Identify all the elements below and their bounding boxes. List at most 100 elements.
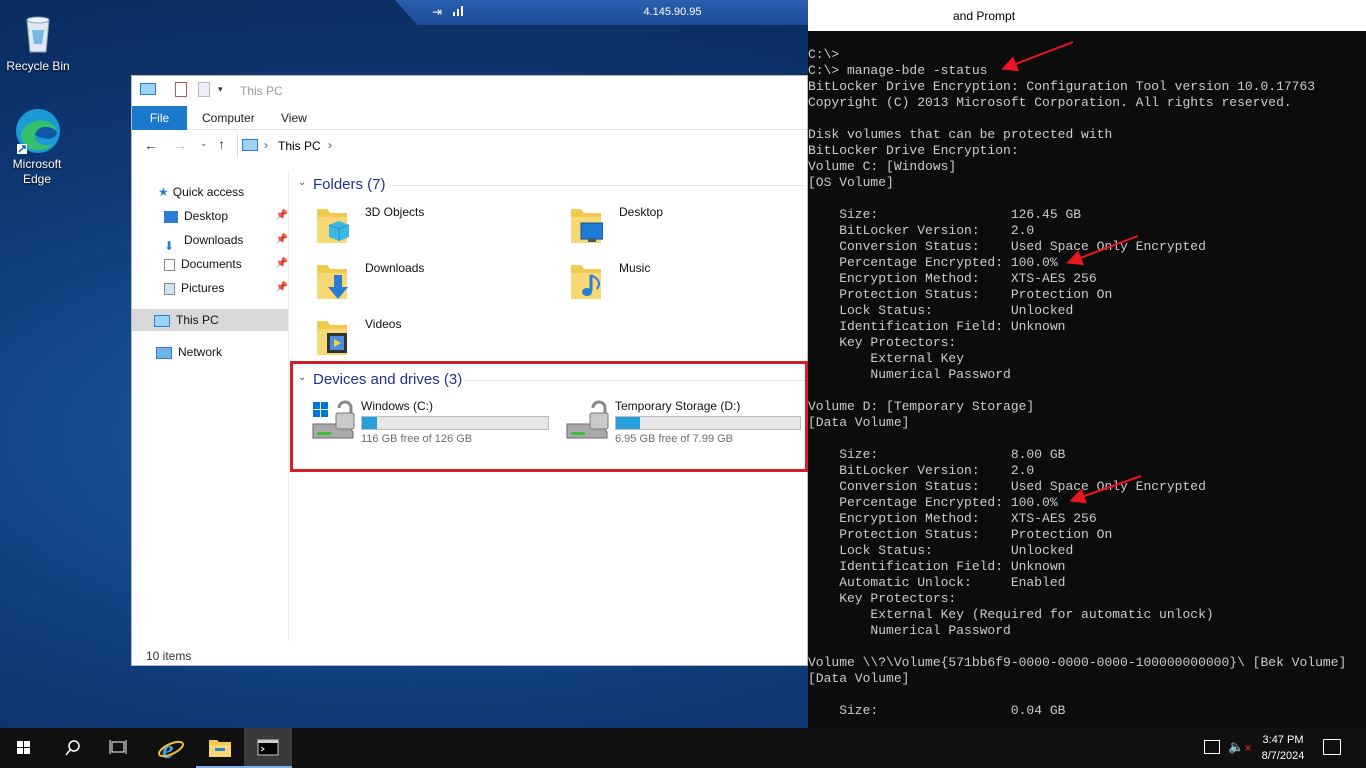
address-chevron-end-icon[interactable]: › xyxy=(328,138,332,152)
ribbon-tabs: File Computer View xyxy=(132,106,807,130)
recycle-bin-shortcut[interactable]: Recycle Bin xyxy=(1,8,75,74)
edge-label: Microsoft Edge xyxy=(12,157,62,186)
nav-downloads-label: Downloads xyxy=(184,233,244,247)
address-chevron-icon[interactable]: › xyxy=(264,138,268,152)
cmd-line: Size: 0.04 GB xyxy=(808,703,1066,718)
nav-this-pc-label: This PC xyxy=(176,313,219,327)
cmd-line: Encryption Method: XTS-AES 256 xyxy=(808,511,1097,526)
address-bar[interactable]: › This PC › xyxy=(237,134,809,158)
cmd-line: BitLocker Version: 2.0 xyxy=(808,223,1035,238)
task-view-icon xyxy=(109,740,127,754)
this-pc-address-icon xyxy=(242,139,258,151)
folder-music-label: Music xyxy=(619,261,651,275)
volume-muted-icon[interactable]: 🔈✕ xyxy=(1228,739,1252,755)
cmd-line: Automatic Unlock: Enabled xyxy=(808,575,1066,590)
command-prompt-taskbar-button[interactable] xyxy=(244,728,292,768)
task-view-button[interactable] xyxy=(96,728,144,768)
file-explorer-taskbar-button[interactable] xyxy=(196,728,244,768)
pin-icon[interactable]: 📌 xyxy=(276,229,288,251)
nav-desktop[interactable]: Desktop 📌 xyxy=(164,205,288,227)
cmd-line xyxy=(808,687,1366,703)
internet-explorer-button[interactable]: e xyxy=(148,728,196,768)
cmd-line: BitLocker Version: 2.0 xyxy=(808,463,1035,478)
explorer-titlebar[interactable]: ▾ This PC xyxy=(132,76,807,104)
tab-file[interactable]: File xyxy=(132,106,187,130)
pin-icon[interactable]: 📌 xyxy=(276,253,288,275)
edge-shortcut[interactable]: Microsoft Edge xyxy=(0,106,74,187)
network-icon xyxy=(156,346,172,359)
pin-icon[interactable]: 📌 xyxy=(276,205,288,227)
up-icon[interactable]: ↑ xyxy=(218,136,225,152)
cmd-line: External Key xyxy=(808,351,965,366)
folders-header[interactable]: Folders (7) xyxy=(313,176,386,193)
desktop-folder-icon xyxy=(571,209,603,243)
3d-objects-folder-icon xyxy=(317,209,349,243)
cmd-line xyxy=(808,639,1366,655)
navigation-pane: ★ Quick access Desktop 📌 ⬇ Downloads 📌 Doc… xyxy=(132,171,289,641)
cmd-line: [Data Volume] xyxy=(808,415,910,430)
internet-explorer-icon: e xyxy=(158,735,184,764)
search-button[interactable] xyxy=(48,728,96,768)
cmd-line: Lock Status: Unlocked xyxy=(808,303,1074,318)
downloads-icon: ⬇ xyxy=(164,238,175,253)
navigation-bar: ← → ⌄ ↑ › This PC › xyxy=(132,131,807,161)
recent-locations-icon[interactable]: ⌄ xyxy=(200,138,208,149)
cmd-line: Lock Status: Unlocked xyxy=(808,543,1074,558)
nav-this-pc[interactable]: This PC xyxy=(132,309,288,331)
clock[interactable]: 3:47 PM 8/7/2024 xyxy=(1253,732,1313,764)
nav-network[interactable]: Network xyxy=(156,341,222,363)
properties-icon[interactable] xyxy=(175,82,187,97)
music-folder-icon xyxy=(571,265,601,299)
svg-text:e: e xyxy=(162,735,174,764)
cmd-line: [Data Volume] xyxy=(808,671,910,686)
command-prompt-window[interactable]: and Prompt C:\> C:\> manage-bde -status Bi… xyxy=(808,0,1366,728)
cmd-line: Identification Field: Unknown xyxy=(808,319,1066,334)
cmd-line: Volume C: [Windows] xyxy=(808,159,957,174)
new-folder-icon[interactable] xyxy=(198,82,210,97)
cmd-line: Key Protectors: xyxy=(808,335,957,350)
folder-downloads[interactable]: Downloads xyxy=(315,257,555,305)
cmd-line: [OS Volume] xyxy=(808,175,894,190)
nav-downloads[interactable]: ⬇ Downloads 📌 xyxy=(164,229,288,253)
cmd-line: Percentage Encrypted: 100.0% xyxy=(808,495,1058,510)
nav-documents-label: Documents xyxy=(181,257,242,271)
cmd-line: External Key (Required for automatic unl… xyxy=(808,607,1214,622)
clock-date: 8/7/2024 xyxy=(1261,750,1305,762)
windows-logo-icon xyxy=(17,741,30,754)
cmd-line: Disk volumes that can be protected with xyxy=(808,127,1113,142)
nav-pictures[interactable]: Pictures 📌 xyxy=(164,277,288,299)
address-this-pc[interactable]: This PC xyxy=(278,139,321,153)
cmd-line: Protection Status: Protection On xyxy=(808,287,1113,302)
downloads-folder-icon xyxy=(317,265,348,299)
cmd-line: Size: 8.00 GB xyxy=(808,447,1066,462)
cmd-title: and Prompt xyxy=(953,9,1016,23)
cmd-line: Key Protectors: xyxy=(808,591,957,606)
desktop-icon xyxy=(164,210,178,223)
cmd-line: Encryption Method: XTS-AES 256 xyxy=(808,271,1097,286)
notifications-icon[interactable] xyxy=(1323,739,1341,755)
window-title: This PC xyxy=(240,84,283,98)
folder-videos[interactable]: Videos xyxy=(315,313,555,361)
folder-desktop[interactable]: Desktop xyxy=(569,201,809,249)
back-icon[interactable]: ← xyxy=(144,137,158,153)
folder-3d-objects[interactable]: 3D Objects xyxy=(315,201,555,249)
nav-quick-access[interactable]: ★ Quick access xyxy=(158,181,244,203)
folder-music[interactable]: Music xyxy=(569,257,809,305)
folder-desktop-label: Desktop xyxy=(619,205,664,219)
recycle-bin-label: Recycle Bin xyxy=(6,59,70,73)
tab-computer[interactable]: Computer xyxy=(192,106,265,130)
tab-view[interactable]: View xyxy=(271,106,317,130)
item-count: 10 items xyxy=(146,649,192,663)
network-tray-icon[interactable] xyxy=(1204,740,1220,754)
cmd-titlebar[interactable]: and Prompt xyxy=(808,0,1366,31)
folders-collapse-icon[interactable]: ⌄ xyxy=(298,177,306,188)
nav-documents[interactable]: Documents 📌 xyxy=(164,253,288,275)
cmd-line: BitLocker Drive Encryption: xyxy=(808,143,1019,158)
start-button[interactable] xyxy=(0,728,48,768)
cmd-line: Conversion Status: Used Space Only Encry… xyxy=(808,479,1206,494)
quick-access-toolbar-dropdown-icon[interactable]: ▾ xyxy=(218,84,223,95)
folders-divider xyxy=(390,185,805,186)
cmd-output: C:\> C:\> manage-bde -status BitLocker Dri… xyxy=(808,47,1366,719)
pin-icon[interactable]: 📌 xyxy=(276,277,288,299)
forward-icon[interactable]: → xyxy=(173,137,187,153)
